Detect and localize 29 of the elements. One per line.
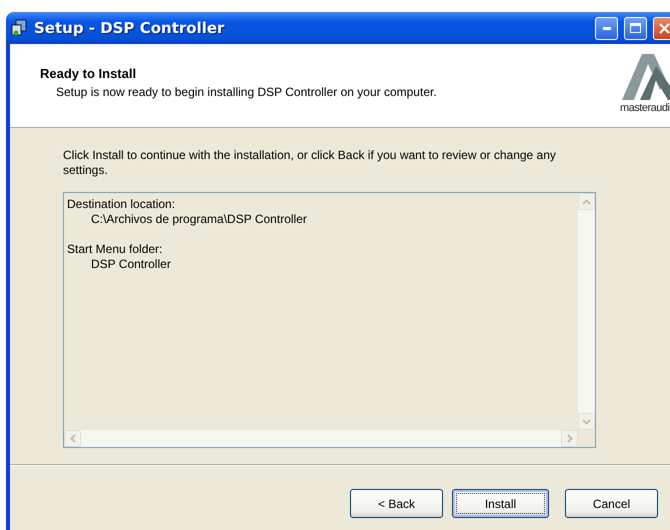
minimize-icon [602,26,610,30]
scroll-up-button[interactable] [578,193,595,210]
summary-value: DSP Controller [90,257,172,272]
close-button[interactable] [653,16,670,40]
page-title: Ready to Install [40,66,138,81]
chevron-up-icon [582,198,591,204]
instructions-text: Click Install to continue with the installation, or click Back if you want to review or change any settings. [63,148,557,178]
window-title: Setup - DSP Controller [34,19,226,37]
logo-text: masteraudi [620,102,670,114]
installer-icon [10,19,28,37]
summary-value: C:\Archivos de programa\DSP Controller [90,212,308,227]
summary-label: Destination location: [67,197,176,212]
chevron-left-icon [70,434,76,443]
maximize-button[interactable] [624,16,647,40]
scroll-down-button[interactable] [578,413,595,430]
vertical-scrollbar[interactable] [578,193,595,430]
chevron-down-icon [582,418,591,424]
scroll-right-button[interactable] [561,430,578,447]
minimize-button[interactable] [595,16,618,40]
horizontal-scrollbar[interactable] [64,430,578,447]
close-icon [659,22,670,34]
page-subtitle: Setup is now ready to begin installing DSP Controller on your computer. [55,85,437,99]
summary-label: Start Menu folder: [67,242,164,257]
dialog-button[interactable]: < Back [350,489,443,518]
maximize-icon [630,23,641,33]
dialog-button[interactable]: Install [452,489,549,518]
chevron-right-icon [566,434,572,443]
dialog-button[interactable]: Cancel [565,489,658,518]
scroll-left-button[interactable] [64,430,81,447]
